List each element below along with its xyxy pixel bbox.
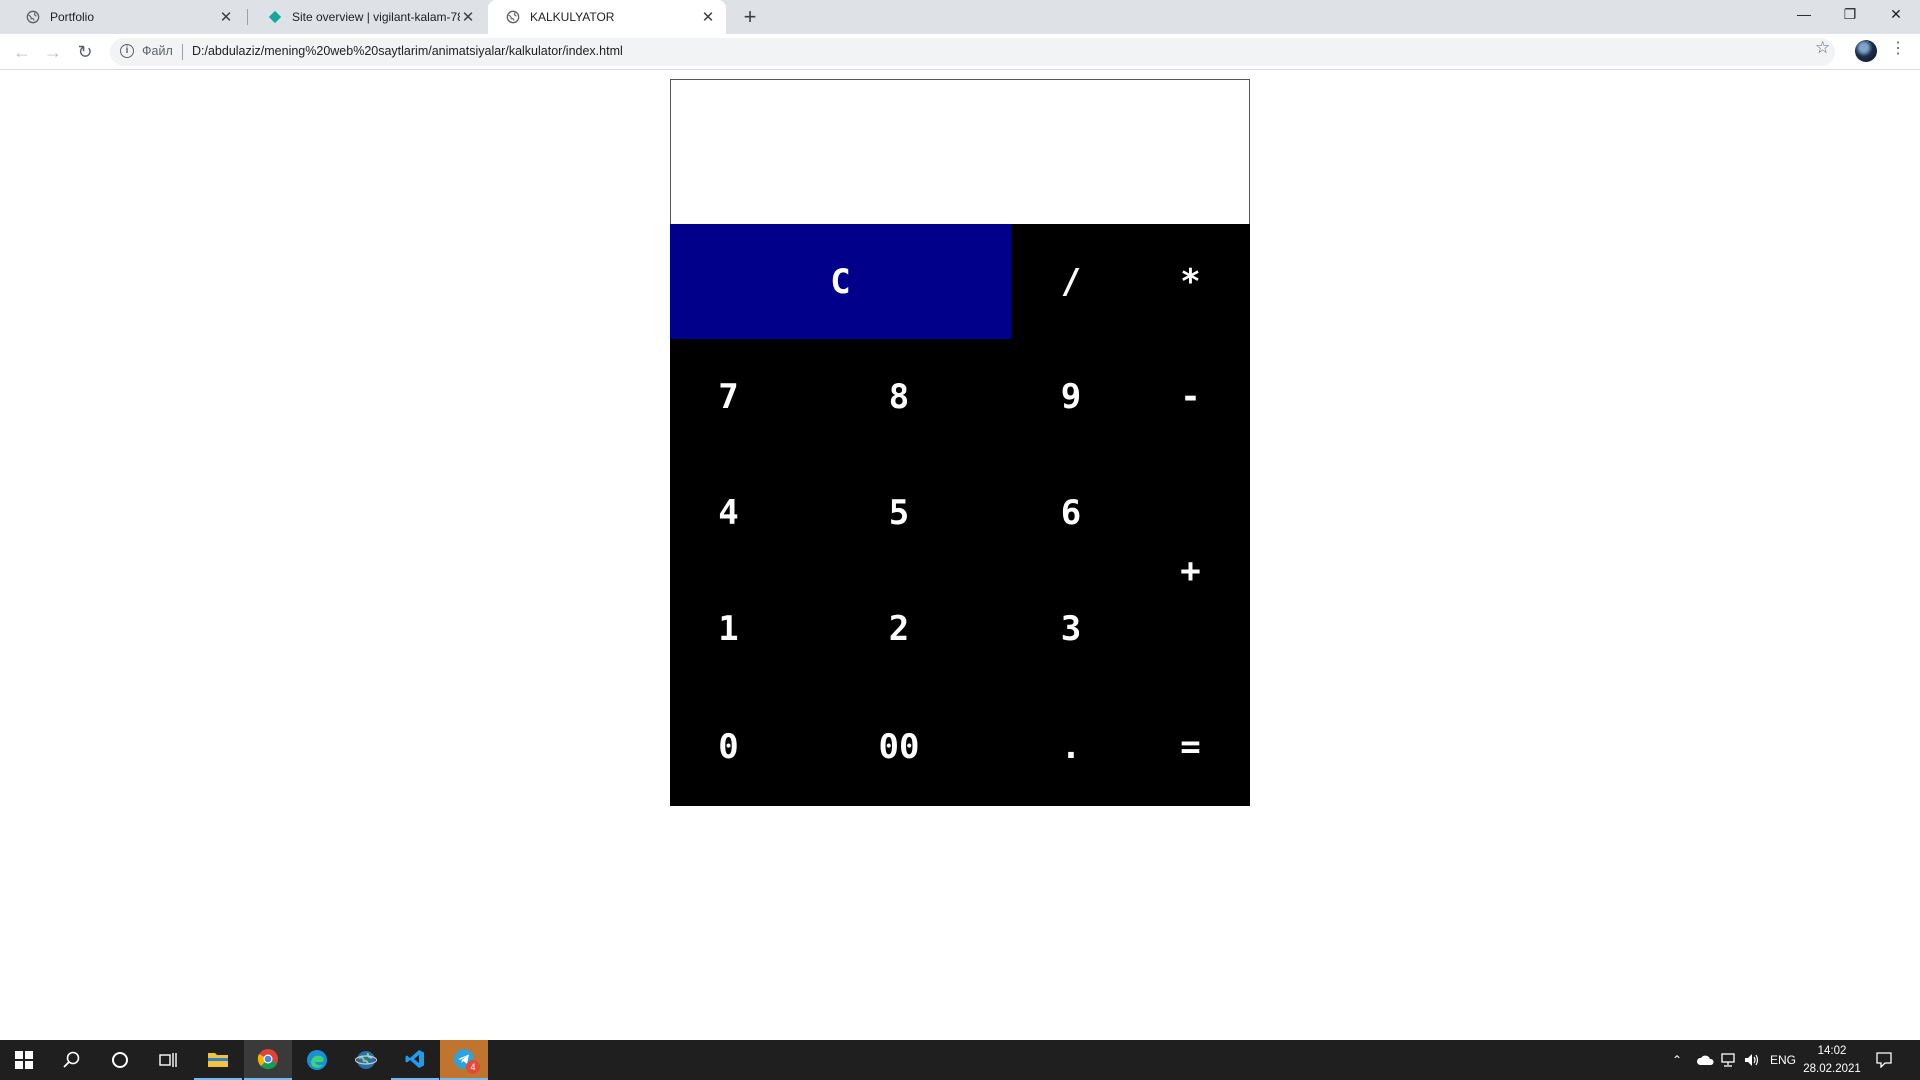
cortana-icon[interactable]	[96, 1040, 144, 1080]
tab-portfolio[interactable]: Portfolio ✕	[8, 0, 244, 34]
tab-title: KALKULYATOR	[530, 10, 615, 24]
tab-title: Portfolio	[50, 10, 95, 24]
clock-time: 14:02	[1817, 1045, 1847, 1057]
tab-site-overview[interactable]: Site overview | vigilant-kalam-78 ✕	[250, 0, 486, 34]
scheme-label: Файл	[142, 44, 173, 58]
language-indicator[interactable]: ENG	[1770, 1040, 1796, 1080]
digit-8-button[interactable]: 8	[787, 339, 1011, 455]
digit-0-button[interactable]: 0	[670, 687, 787, 806]
digit-2-button[interactable]: 2	[787, 571, 1011, 687]
digit-7-button[interactable]: 7	[670, 339, 787, 455]
telegram-icon[interactable]: 4	[440, 1040, 488, 1080]
calculator-display[interactable]	[670, 79, 1250, 224]
notification-badge: 4	[466, 1060, 480, 1074]
bookmark-star-icon[interactable]: ☆	[1815, 38, 1830, 58]
tab-close-icon[interactable]: ✕	[218, 8, 234, 26]
browser-tab-strip: Portfolio ✕ Site overview | vigilant-kal…	[0, 0, 1920, 34]
divide-button[interactable]: /	[1011, 224, 1131, 339]
profile-avatar[interactable]	[1855, 40, 1877, 62]
digit-3-button[interactable]: 3	[1011, 571, 1131, 687]
tab-kalkulyator[interactable]: KALKULYATOR ✕	[488, 0, 726, 34]
digit-4-button[interactable]: 4	[670, 455, 787, 571]
site-info-icon[interactable]: i	[120, 44, 134, 58]
new-tab-button[interactable]: +	[738, 5, 762, 29]
file-explorer-icon[interactable]	[194, 1040, 242, 1080]
volume-icon[interactable]	[1744, 1040, 1760, 1080]
system-clock[interactable]: 14:02 28.02.2021	[1800, 1042, 1864, 1078]
double-zero-button[interactable]: 00	[787, 687, 1011, 806]
browser-globe-icon[interactable]	[342, 1040, 390, 1080]
clear-button[interactable]: C	[670, 224, 1011, 339]
back-button[interactable]: ←	[10, 40, 34, 64]
onedrive-icon[interactable]	[1696, 1040, 1714, 1080]
restore-button[interactable]: ❐	[1827, 0, 1873, 30]
multiply-button[interactable]: *	[1131, 224, 1250, 339]
url-text[interactable]: D:/abdulaziz/mening%20web%20saytlarim/an…	[192, 44, 623, 58]
minimize-button[interactable]: —	[1781, 0, 1827, 30]
plus-button[interactable]: +	[1131, 455, 1250, 687]
browser-menu-icon[interactable]: ⋮	[1890, 38, 1906, 58]
network-icon[interactable]	[1720, 1040, 1736, 1080]
digit-9-button[interactable]: 9	[1011, 339, 1131, 455]
vscode-icon[interactable]	[391, 1040, 439, 1080]
netlify-icon	[268, 10, 282, 24]
decimal-button[interactable]: .	[1011, 687, 1131, 806]
tab-close-icon[interactable]: ✕	[700, 8, 716, 26]
action-center-icon[interactable]	[1876, 1040, 1892, 1080]
task-view-icon[interactable]	[144, 1040, 192, 1080]
forward-button[interactable]: →	[41, 40, 65, 64]
tab-title: Site overview | vigilant-kalam-78	[292, 10, 460, 24]
digit-6-button[interactable]: 6	[1011, 455, 1131, 571]
clock-date: 28.02.2021	[1803, 1063, 1861, 1075]
windows-start-icon[interactable]	[0, 1040, 48, 1080]
browser-toolbar: ← → ↻ i Файл D:/abdulaziz/mening%20web%2…	[0, 34, 1920, 70]
edge-icon[interactable]	[293, 1040, 341, 1080]
globe-icon	[506, 10, 520, 24]
search-icon[interactable]	[48, 1040, 96, 1080]
tab-close-icon[interactable]: ✕	[460, 8, 476, 26]
minus-button[interactable]: -	[1131, 339, 1250, 455]
tray-chevron-icon[interactable]: ⌃	[1672, 1040, 1682, 1080]
tab-divider	[247, 9, 248, 25]
equals-button[interactable]: =	[1131, 687, 1250, 806]
address-bar[interactable]: i Файл D:/abdulaziz/mening%20web%20saytl…	[110, 38, 1835, 66]
omnibox-divider	[182, 44, 183, 60]
globe-icon	[26, 10, 40, 24]
chrome-icon[interactable]	[244, 1040, 292, 1080]
digit-1-button[interactable]: 1	[670, 571, 787, 687]
windows-taskbar: 4 ⌃ ENG 14:02 28.02.2021	[0, 1040, 1920, 1080]
digit-5-button[interactable]: 5	[787, 455, 1011, 571]
close-window-button[interactable]: ✕	[1873, 0, 1919, 30]
calculator-keypad: C / * 7 8 9 - 4 5 6 + 1 2 3 0 00 . =	[670, 224, 1250, 806]
reload-button[interactable]: ↻	[73, 40, 97, 64]
